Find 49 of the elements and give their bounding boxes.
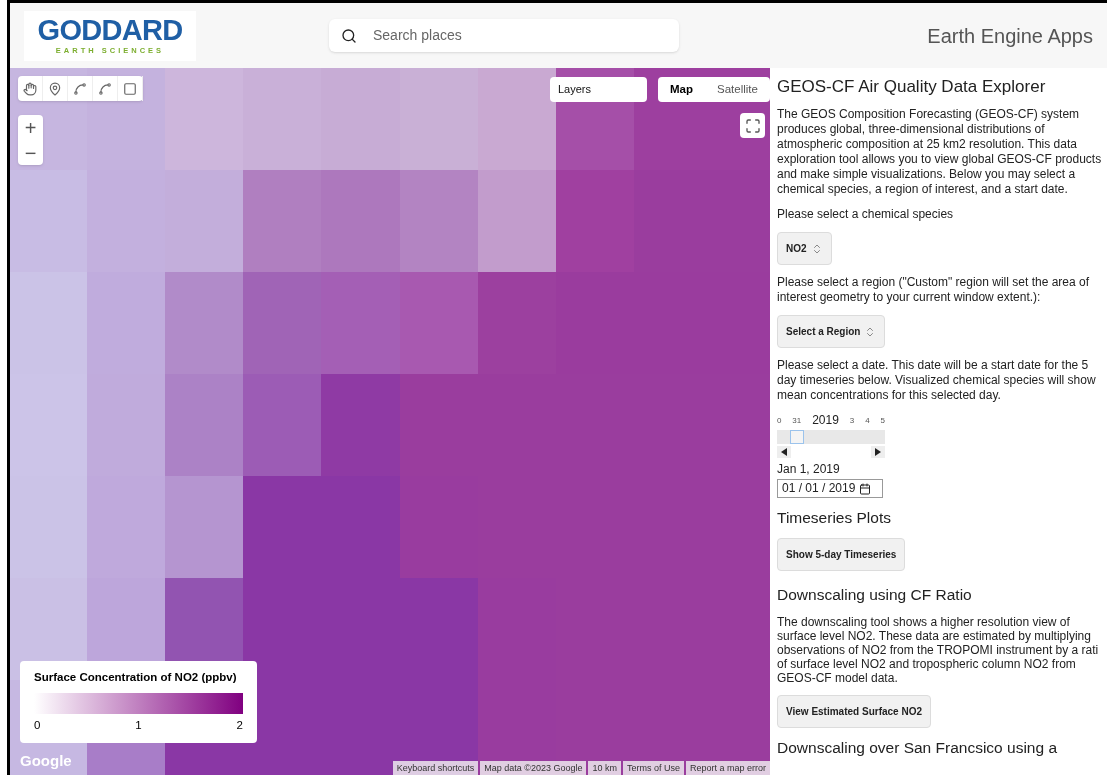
slider-thumb[interactable] — [789, 430, 804, 444]
slider-label: 4 — [865, 415, 870, 427]
section-heading: Timeseries Plots — [777, 508, 892, 528]
zoom-out-button[interactable]: − — [18, 140, 43, 165]
intro-text: The GEOS Composition Forecasting (GEOS-CF) system produces global, three-dimensional distributions of atmospheric composition at 25 km2 resolution. This data exploration tool allows you to view global GEOS-CF products and make simple visualizations. Below you may select a chemical species, a region of interest, and a start date. — [777, 107, 1103, 197]
species-label: Please select a chemical species — [777, 207, 955, 222]
species-select[interactable]: NO2 — [777, 232, 832, 265]
attribution-text: Map data ©2023 Google — [480, 761, 587, 775]
date-label: Please select a date. This date will be a start date for the 5 day timeseries below. Visualized chemical species will show mean concentrations for this selected day. — [777, 358, 1097, 403]
slider-label: 31 — [792, 415, 802, 427]
date-input[interactable]: 01 / 01 / 2019 — [777, 479, 883, 498]
legend-title: Surface Concentration of NO2 (ppbv) — [34, 670, 238, 685]
zoom-in-button[interactable]: + — [18, 115, 43, 140]
fullscreen-icon — [744, 117, 761, 134]
slider-label: 2019 — [812, 413, 839, 428]
timeseries-button[interactable]: Show 5-day Timeseries — [777, 538, 906, 571]
date-slider-track[interactable] — [777, 430, 885, 444]
attribution-link[interactable]: Keyboard shortcuts — [392, 761, 479, 775]
fullscreen-button[interactable] — [740, 113, 765, 138]
slider-label: 5 — [880, 415, 885, 427]
search-bar[interactable]: Search places — [329, 19, 679, 52]
attribution-link[interactable]: Terms of Use — [622, 761, 684, 775]
section-heading: Downscaling using CF Ratio — [777, 585, 973, 605]
layers-button[interactable]: Layers — [550, 77, 647, 102]
slider-label: 0 — [777, 415, 782, 427]
previous-button[interactable] — [777, 446, 791, 458]
section-heading: Downscaling over San Francsico using a — [777, 738, 1058, 758]
app-name: Earth Engine Apps — [927, 23, 1093, 49]
search-input[interactable]: Search places — [373, 25, 667, 46]
region-select[interactable]: Select a Region — [777, 315, 886, 348]
calendar-icon — [859, 482, 872, 495]
map-type-tab[interactable]: Satellite — [705, 77, 770, 102]
right-triangle-icon — [874, 448, 882, 456]
region-label: Please select a region ("Custom" region will set the area of interest geometry to your current window extent.): — [777, 275, 1090, 305]
selected-date: Jan 1, 2019 — [777, 462, 841, 477]
map-type-tab[interactable]: Map — [658, 77, 705, 102]
legend-tick-label: 1 — [135, 718, 142, 734]
attribution-text: 10 km — [588, 761, 621, 775]
downscaling-text: The downscaling tool shows a higher resolution view of surface level NO2. These data are estimated by multiplying observations of NO2 from the TROPOMI instrument by a rati of surface level NO2 and tropospheric column NO2 from GEOS-CF model data. — [777, 615, 1100, 685]
left-triangle-icon — [780, 448, 788, 456]
slider-label: 3 — [849, 415, 855, 427]
legend-tick-label: 2 — [236, 718, 243, 734]
google-logo: Google — [20, 750, 72, 771]
search-icon — [341, 27, 357, 44]
view-surface-no2-button[interactable]: View Estimated Surface NO2 — [777, 695, 931, 728]
panel-title: GEOS-CF Air Quality Data Explorer — [777, 77, 1047, 97]
legend-tick-label: 0 — [34, 718, 41, 734]
attribution-link[interactable]: Report a map error — [685, 761, 770, 775]
next-button[interactable] — [871, 446, 885, 458]
